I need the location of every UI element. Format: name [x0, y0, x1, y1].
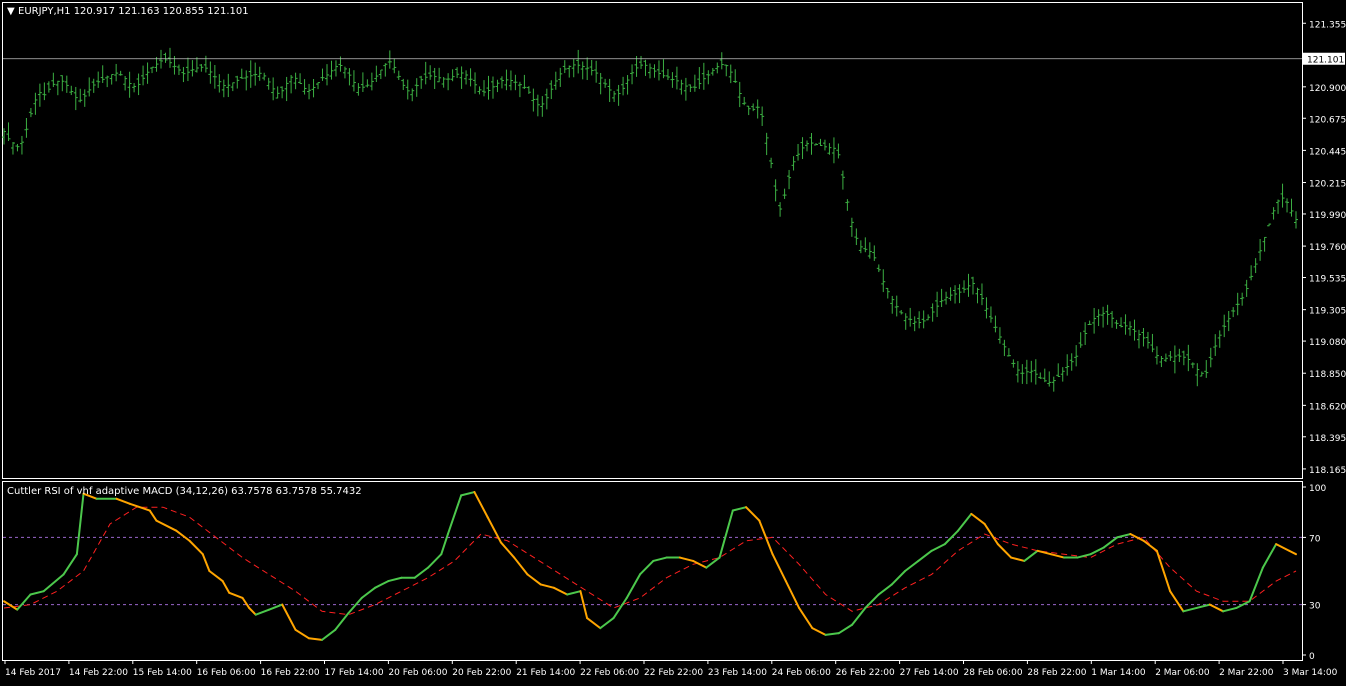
- time-tick-label: 15 Feb 14:00: [133, 668, 192, 678]
- current-price-label: 121.101: [1307, 56, 1344, 66]
- price-tick-label: 120.215: [1309, 180, 1346, 190]
- price-tick-label: 120.675: [1309, 115, 1346, 125]
- time-tick-label: 22 Feb 06:00: [580, 668, 639, 678]
- price-tick-label: 119.535: [1309, 275, 1346, 285]
- chart-canvas: 121.355 120.900 120.675 120.445 120.215 119.9…: [0, 0, 1346, 682]
- price-tick-label: 118.620: [1309, 402, 1346, 412]
- time-tick-label: 28 Feb 22:00: [1027, 668, 1086, 678]
- time-tick-label: 20 Feb 22:00: [452, 668, 511, 678]
- time-tick-label: 28 Feb 06:00: [964, 668, 1023, 678]
- price-tick-label: 119.080: [1309, 338, 1346, 348]
- time-tick-label: 24 Feb 06:00: [772, 668, 831, 678]
- price-tick-label: 118.395: [1309, 434, 1346, 444]
- time-tick-label: 16 Feb 22:00: [261, 668, 320, 678]
- price-tick-label: 119.305: [1309, 307, 1346, 317]
- price-tick-label: 119.990: [1309, 211, 1346, 221]
- time-tick-label: 14 Feb 22:00: [69, 668, 128, 678]
- chart-window: 121.355 120.900 120.675 120.445 120.215 119.9…: [0, 0, 1346, 682]
- time-tick-label: 20 Feb 06:00: [388, 668, 447, 678]
- time-tick-label: 21 Feb 14:00: [516, 668, 575, 678]
- indicator-tick-label: 100: [1309, 484, 1326, 494]
- time-tick-label: 1 Mar 14:00: [1091, 668, 1146, 678]
- price-tick-label: 118.165: [1309, 466, 1346, 476]
- indicator-tick-label: 0: [1309, 652, 1315, 662]
- time-tick-label: 27 Feb 14:00: [900, 668, 959, 678]
- time-tick-label: 17 Feb 14:00: [325, 668, 384, 678]
- time-tick-label: 3 Mar 14:00: [1283, 668, 1338, 678]
- time-tick-label: 2 Mar 06:00: [1155, 668, 1210, 678]
- price-tick-label: 120.900: [1309, 84, 1346, 94]
- time-tick-label: 26 Feb 22:00: [836, 668, 895, 678]
- indicator-panel-title: Cuttler RSI of vhf adaptive MACD (34,12,…: [7, 486, 362, 497]
- price-tick-label: 120.445: [1309, 147, 1346, 157]
- time-tick-label: 23 Feb 14:00: [708, 668, 767, 678]
- price-panel-title: EURJPY,H1 120.917 121.163 120.855 121.10…: [18, 6, 249, 17]
- time-tick-label: 16 Feb 06:00: [197, 668, 256, 678]
- price-tick-label: 119.760: [1309, 243, 1346, 253]
- indicator-tick-label: 30: [1309, 602, 1321, 612]
- dropdown-arrow-icon[interactable]: ▼: [7, 6, 15, 17]
- indicator-tick-label: 70: [1309, 534, 1321, 544]
- background: [0, 0, 1346, 682]
- time-tick-label: 14 Feb 2017: [5, 668, 61, 678]
- time-tick-label: 22 Feb 22:00: [644, 668, 703, 678]
- price-tick-label: 118.850: [1309, 370, 1346, 380]
- price-tick-label: 121.355: [1309, 20, 1346, 30]
- time-tick-label: 2 Mar 22:00: [1219, 668, 1274, 678]
